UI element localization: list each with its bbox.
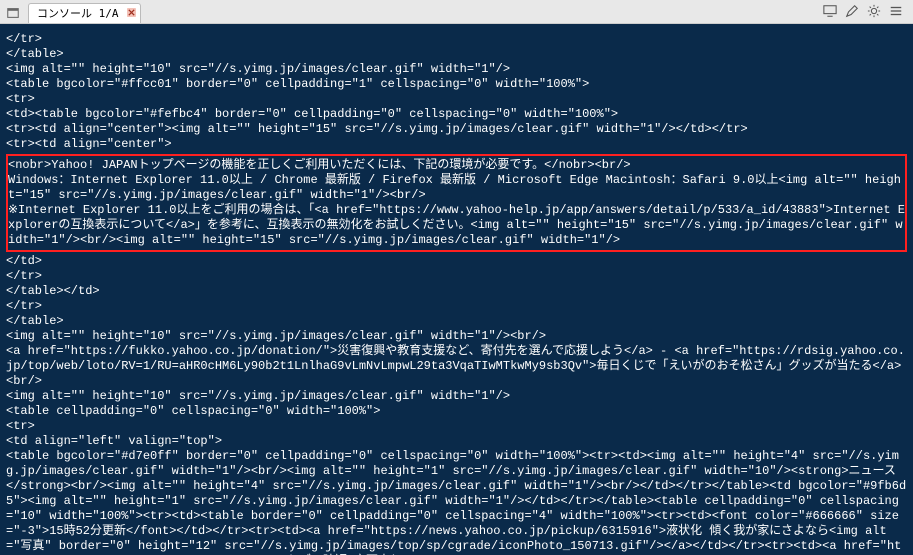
code-line: <table bgcolor="#ffcc01" border="0" cell… [6, 77, 589, 91]
code-line: </tr> [6, 32, 42, 46]
code-line: </table> [6, 47, 64, 61]
code-line: ※Internet Explorer 11.0以上をご利用の場合は、「<a hr… [8, 203, 905, 247]
code-line: </table></td> [6, 284, 100, 298]
code-line: Windows：Internet Explorer 11.0以上 / Chrom… [8, 173, 901, 202]
code-line: </table> [6, 314, 64, 328]
tab-console-1a[interactable]: コンソール 1/A [28, 3, 141, 23]
edit-icon[interactable] [845, 3, 859, 22]
menu-icon[interactable] [889, 3, 903, 22]
close-icon[interactable] [127, 7, 136, 20]
code-line: <tr><td align="center"><img alt="" heigh… [6, 122, 748, 136]
code-line: <img alt="" height="10" src="//s.yimg.jp… [6, 329, 546, 343]
code-line: <nobr>Yahoo! JAPANトップページの機能を正しくご利用いただくには… [8, 158, 631, 172]
tab-label: コンソール 1/A [37, 5, 119, 21]
code-line: </tr> [6, 269, 42, 283]
code-line: <table cellpadding="0" cellspacing="0" w… [6, 404, 380, 418]
toolbar-right [823, 3, 909, 22]
code-line: <img alt="" height="10" src="//s.yimg.jp… [6, 62, 510, 76]
code-line: <tr> [6, 92, 35, 106]
code-line: <td align="left" valign="top"> [6, 434, 222, 448]
code-line: <tr> [6, 419, 35, 433]
code-line: </tr> [6, 299, 42, 313]
gear-icon[interactable] [867, 3, 881, 22]
code-output: </tr> </table> <img alt="" height="10" s… [0, 24, 913, 555]
highlighted-block: <nobr>Yahoo! JAPANトップページの機能を正しくご利用いただくには… [6, 154, 907, 252]
code-line: <tr><td align="center"> [6, 137, 172, 151]
tab-bar: コンソール 1/A [0, 0, 913, 24]
app-menu-icon[interactable] [4, 4, 22, 22]
monitor-icon[interactable] [823, 3, 837, 22]
code-line: <table bgcolor="#d7e0ff" border="0" cell… [6, 449, 906, 555]
code-line: <a href="https://fukko.yahoo.co.jp/donat… [6, 344, 905, 388]
code-line: </td> [6, 254, 42, 268]
code-line: <img alt="" height="10" src="//s.yimg.jp… [6, 389, 510, 403]
console-viewport[interactable]: </tr> </table> <img alt="" height="10" s… [0, 24, 913, 555]
code-line: <td><table bgcolor="#fefbc4" border="0" … [6, 107, 618, 121]
